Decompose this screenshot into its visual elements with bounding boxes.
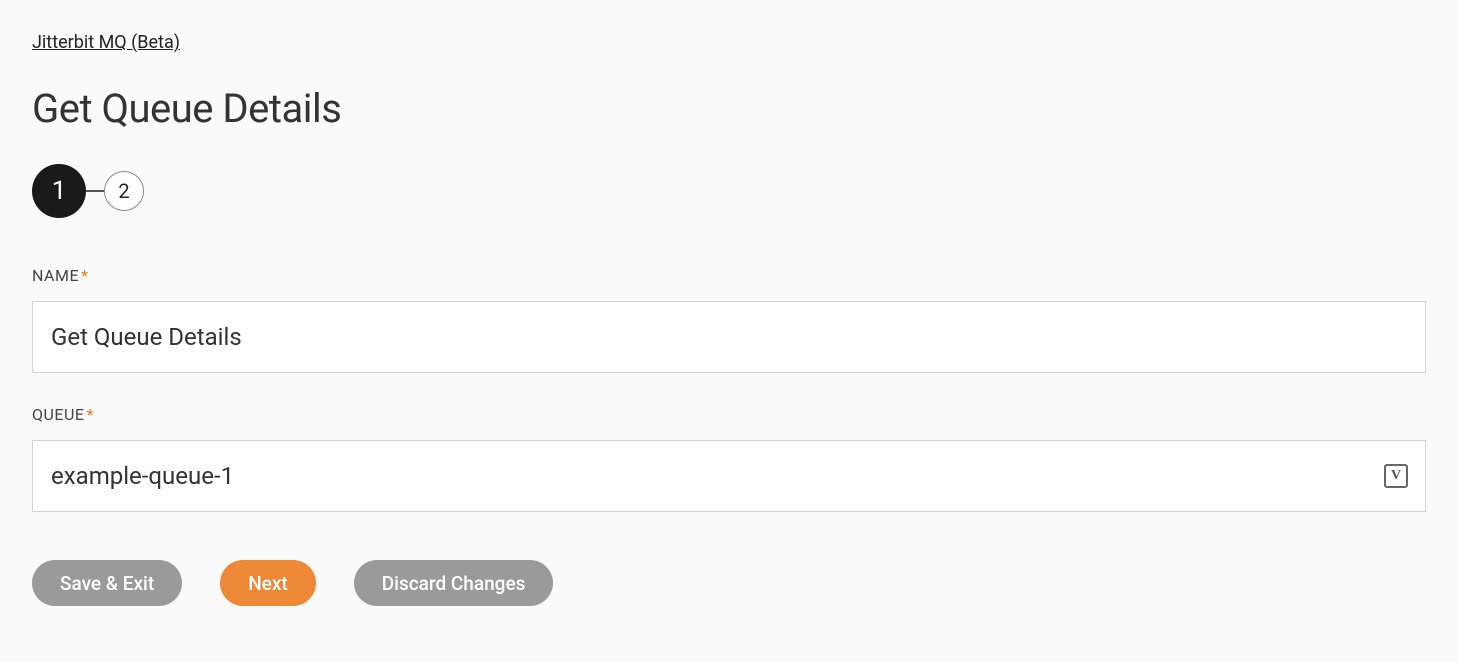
variable-icon[interactable]: V bbox=[1384, 464, 1408, 488]
name-label: NAME* bbox=[32, 266, 1426, 285]
breadcrumb-link[interactable]: Jitterbit MQ (Beta) bbox=[32, 32, 180, 53]
queue-field-group: QUEUE* V bbox=[32, 405, 1426, 512]
page-title: Get Queue Details bbox=[32, 85, 1426, 132]
name-input[interactable] bbox=[32, 301, 1426, 373]
step-connector bbox=[86, 190, 104, 192]
queue-label-text: QUEUE bbox=[32, 405, 84, 424]
step-1[interactable]: 1 bbox=[32, 164, 86, 218]
button-row: Save & Exit Next Discard Changes bbox=[32, 560, 1426, 606]
queue-input-wrapper: V bbox=[32, 440, 1426, 512]
name-label-text: NAME bbox=[32, 266, 79, 285]
stepper: 1 2 bbox=[32, 164, 1426, 218]
save-exit-button[interactable]: Save & Exit bbox=[32, 560, 182, 606]
name-field-group: NAME* bbox=[32, 266, 1426, 373]
required-indicator: * bbox=[86, 405, 93, 424]
queue-input[interactable] bbox=[32, 440, 1426, 512]
queue-label: QUEUE* bbox=[32, 405, 1426, 424]
next-button[interactable]: Next bbox=[220, 560, 316, 606]
step-2[interactable]: 2 bbox=[104, 171, 144, 211]
required-indicator: * bbox=[81, 266, 88, 285]
discard-button[interactable]: Discard Changes bbox=[354, 560, 554, 606]
